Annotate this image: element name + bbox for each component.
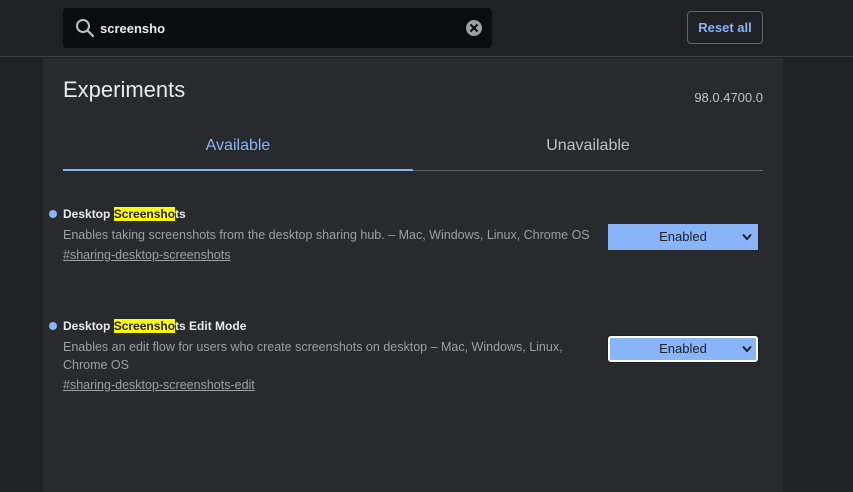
tab-available[interactable]: Available: [63, 128, 413, 171]
title-text: ts: [175, 207, 186, 221]
search-input[interactable]: [100, 8, 460, 48]
experiment-item: Desktop Screenshots Edit Mode Enables an…: [49, 317, 763, 394]
status-dot: [49, 322, 57, 330]
search-highlight: Screensho: [113, 319, 176, 333]
experiment-state-select[interactable]: Enabled: [608, 336, 758, 362]
version-label: 98.0.4700.0: [694, 90, 763, 105]
chevron-down-icon: [742, 233, 752, 241]
experiment-description: Enables an edit flow for users who creat…: [63, 340, 563, 372]
experiment-title: Desktop Screenshots Edit Mode: [63, 317, 763, 335]
page-title: Experiments: [63, 77, 186, 102]
clear-icon[interactable]: [465, 19, 483, 37]
title-text: ts Edit Mode: [175, 319, 247, 333]
experiment-state-select[interactable]: Enabled: [608, 224, 758, 250]
search-icon: [76, 19, 95, 38]
title-text: Desktop: [63, 319, 114, 333]
search-highlight: Screensho: [113, 207, 176, 221]
experiment-link[interactable]: #sharing-desktop-screenshots: [63, 248, 230, 262]
tab-unavailable[interactable]: Unavailable: [413, 128, 763, 170]
title-text: Desktop: [63, 207, 114, 221]
select-value: Enabled: [659, 229, 707, 244]
search-box[interactable]: [63, 8, 492, 48]
status-dot: [49, 210, 57, 218]
header: Reset all: [0, 0, 853, 57]
experiments-panel: Experiments 98.0.4700.0 Available Unavai…: [43, 58, 783, 492]
experiment-title: Desktop Screenshots: [63, 205, 763, 223]
chevron-down-icon: [742, 345, 752, 353]
experiment-link[interactable]: #sharing-desktop-screenshots-edit: [63, 378, 255, 392]
tab-bar: Available Unavailable: [63, 128, 763, 171]
reset-all-button[interactable]: Reset all: [687, 11, 763, 44]
experiment-item: Desktop Screenshots Enables taking scree…: [49, 205, 763, 264]
select-value: Enabled: [659, 341, 707, 356]
experiment-description: Enables taking screenshots from the desk…: [63, 228, 590, 242]
